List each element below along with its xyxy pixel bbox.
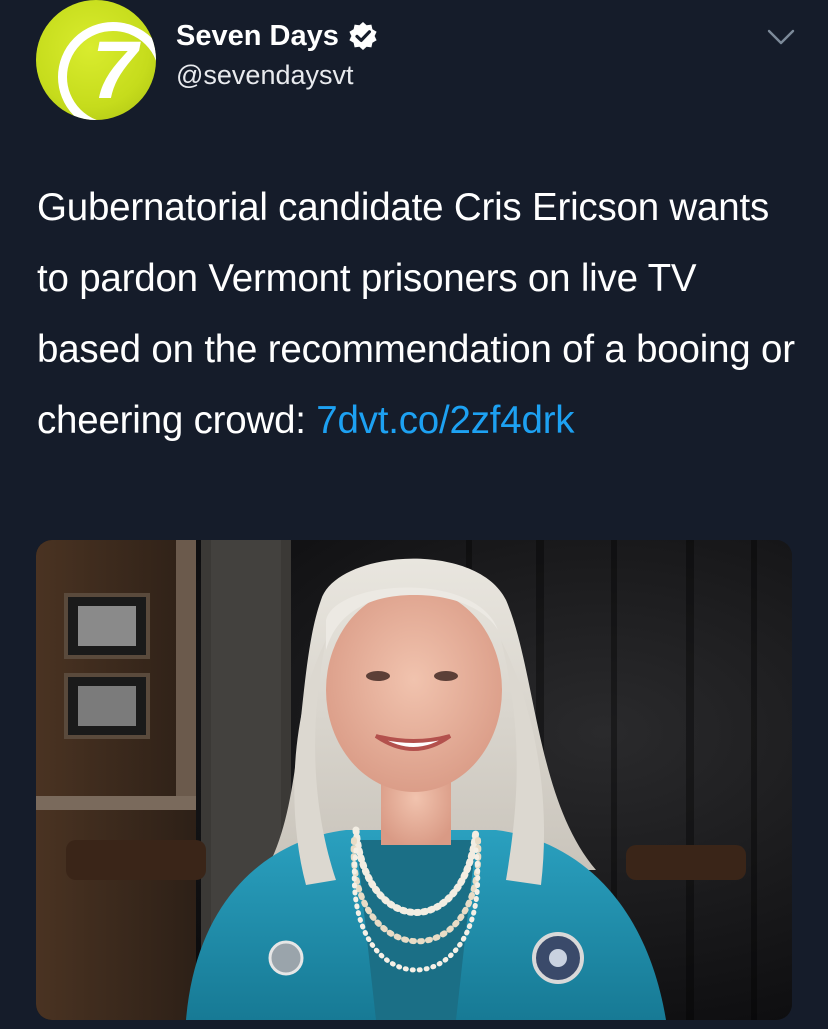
handle[interactable]: @sevendaysvt (176, 60, 354, 91)
chevron-down-icon[interactable] (766, 26, 796, 48)
tweet-photo[interactable] (36, 540, 792, 1020)
tweet-card: 7 Seven Days @sevendaysvt Gubernatorial … (0, 0, 828, 1029)
avatar[interactable]: 7 (36, 0, 156, 120)
photo-illustration (36, 540, 792, 1020)
tweet-link[interactable]: 7dvt.co/2zf4drk (316, 399, 574, 442)
tweet-text: Gubernatorial candidate Cris Ericson wan… (37, 172, 807, 456)
avatar-logo-number: 7 (92, 25, 138, 116)
display-name[interactable]: Seven Days (176, 20, 339, 53)
author-name-row: Seven Days (176, 16, 378, 56)
verified-badge-icon (349, 22, 377, 50)
